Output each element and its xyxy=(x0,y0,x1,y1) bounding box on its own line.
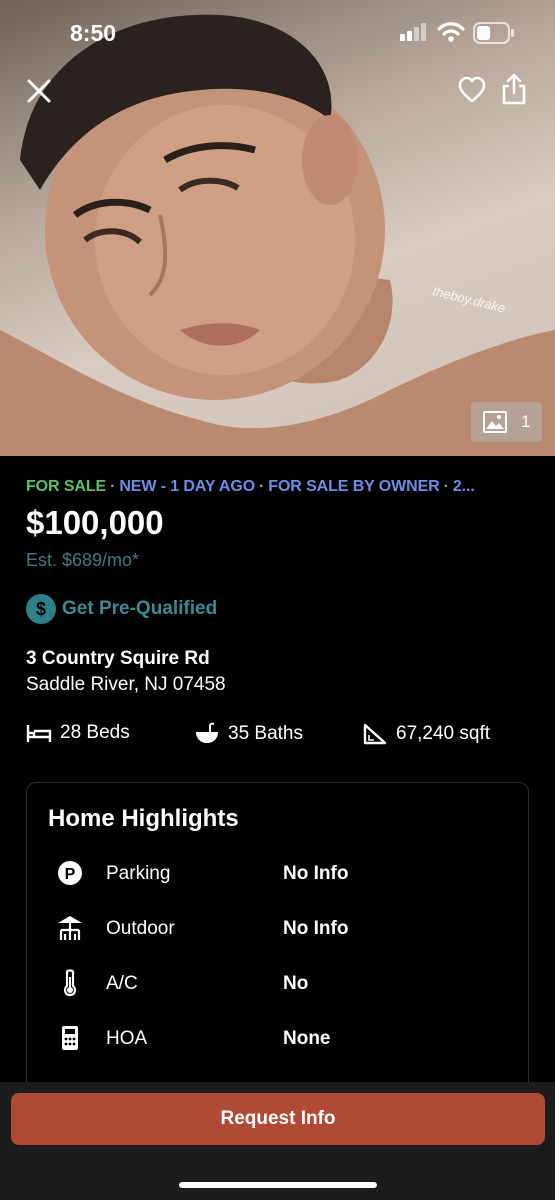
fact-beds: 28 Beds xyxy=(26,722,130,744)
highlight-label: Parking xyxy=(106,863,171,884)
photo-image xyxy=(0,14,555,456)
area-icon xyxy=(363,723,387,745)
photo-count-button[interactable]: 1 xyxy=(471,402,542,442)
status-time: 8:50 xyxy=(70,20,117,46)
address-street: 3 Country Squire Rd xyxy=(26,648,210,669)
photo-count-label: 1 xyxy=(521,412,531,431)
cellular-signal-icon xyxy=(400,23,426,41)
address-city: Saddle River, NJ 07458 xyxy=(26,674,226,695)
estimated-payment-link[interactable]: Est. $689/mo* xyxy=(26,550,139,571)
home-highlights-title: Home Highlights xyxy=(48,805,239,832)
request-info-button[interactable]: Request Info xyxy=(11,1093,545,1145)
thermometer-icon xyxy=(63,969,77,997)
dollar-icon: $ xyxy=(26,594,56,624)
highlight-label: A/C xyxy=(106,973,138,994)
highlight-value: No Info xyxy=(283,918,349,939)
fact-baths: 35 Baths xyxy=(194,722,303,746)
gallery-icon xyxy=(483,411,507,433)
get-prequalified-button[interactable]: $ Get Pre-Qualified xyxy=(26,594,217,624)
bath-icon xyxy=(196,722,218,743)
fact-beds-label: 28 Beds xyxy=(60,722,130,743)
fact-baths-label: 35 Baths xyxy=(228,723,303,744)
home-highlights-card: Home Highlights P Parking No Info Outdoo… xyxy=(26,782,529,1112)
home-indicator[interactable] xyxy=(179,1182,377,1188)
hoa-icon xyxy=(62,1026,78,1050)
highlight-row-outdoor: Outdoor No Info xyxy=(48,914,508,944)
tag-for-sale: FOR SALE xyxy=(26,478,107,495)
close-icon[interactable] xyxy=(24,76,54,106)
tag-more: 2... xyxy=(452,478,475,495)
highlight-row-hoa: HOA None xyxy=(48,1024,508,1054)
favorite-heart-icon[interactable] xyxy=(457,75,487,105)
share-icon[interactable] xyxy=(500,72,528,106)
highlight-label: Outdoor xyxy=(106,918,175,939)
wifi-icon xyxy=(437,22,465,42)
tag-fsbo: FOR SALE BY OWNER xyxy=(268,478,440,495)
highlight-row-parking: P Parking No Info xyxy=(48,859,508,889)
tag-new: NEW - 1 DAY AGO xyxy=(119,478,256,495)
listing-price: $100,000 xyxy=(26,504,164,541)
parking-icon: P xyxy=(58,861,82,885)
status-bar: 8:50 xyxy=(0,0,555,64)
listing-photo[interactable]: theboy.drake 1 xyxy=(0,0,555,456)
get-prequalified-label: Get Pre-Qualified xyxy=(62,598,218,619)
outdoor-icon xyxy=(58,916,82,940)
key-facts: 28 Beds 35 Baths 67,240 sqft xyxy=(26,722,526,748)
bottom-action-bar: Request Info xyxy=(0,1082,555,1200)
svg-text:P: P xyxy=(65,866,76,883)
listing-tags: FOR SALE · NEW - 1 DAY AGO · FOR SALE BY OWN… xyxy=(26,478,475,495)
highlight-value: None xyxy=(283,1028,331,1049)
highlight-label: HOA xyxy=(106,1028,148,1049)
highlight-value: No Info xyxy=(283,863,349,884)
fact-sqft-label: 67,240 sqft xyxy=(396,723,491,744)
highlight-row-ac: A/C No xyxy=(48,969,508,999)
bed-icon xyxy=(26,725,52,742)
battery-icon xyxy=(473,22,514,44)
highlight-value: No xyxy=(283,973,309,994)
fact-sqft: 67,240 sqft xyxy=(362,722,490,746)
